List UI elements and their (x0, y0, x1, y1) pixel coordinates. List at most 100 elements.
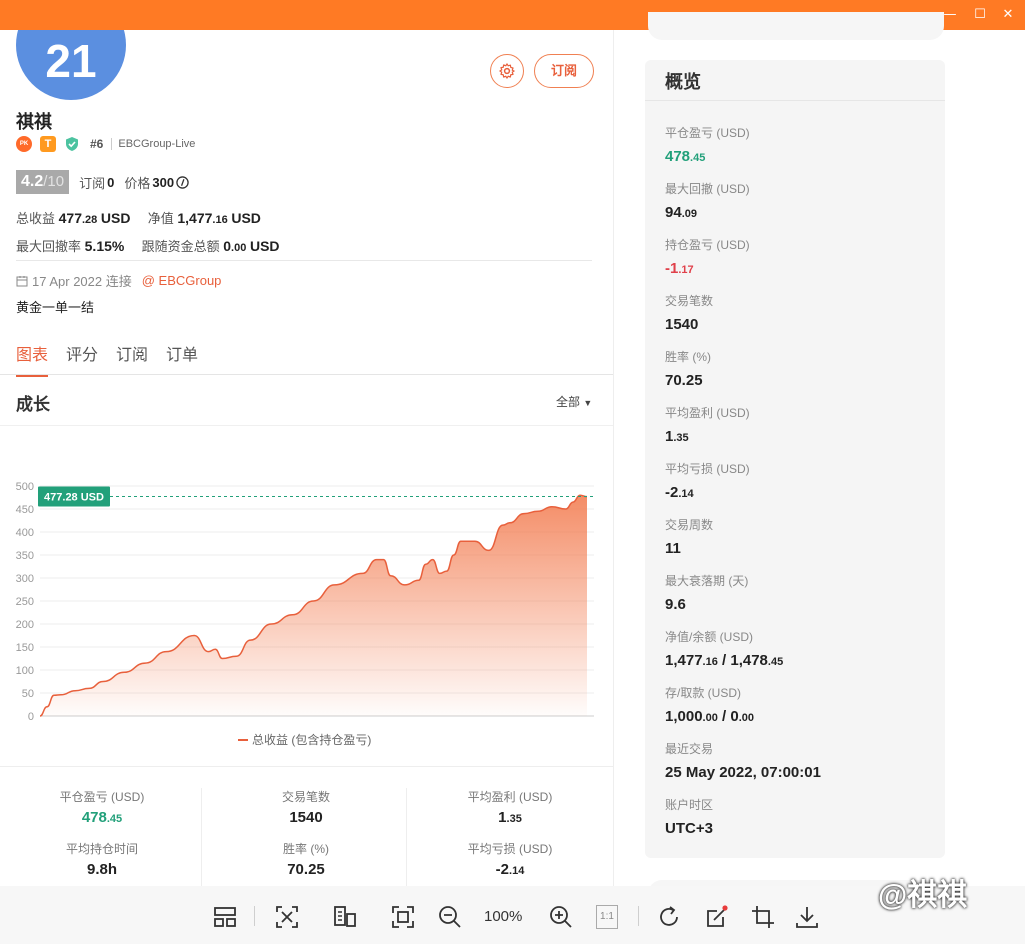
series-area (40, 495, 587, 716)
overview-title: 概览 (665, 72, 701, 92)
overview-item-label: 平均盈利 (USD) (665, 406, 750, 420)
maximize-icon[interactable]: ☐ (970, 5, 990, 25)
summary-stat-value: 9.8h (86, 861, 117, 878)
score-max: /10 (43, 173, 65, 190)
range-dropdown[interactable]: 全部 ▼ (556, 393, 592, 410)
overview-item: 最近交易 25 May 2022, 07:00:01 (665, 740, 821, 781)
summary-stat-label: 平均亏损 (USD) (467, 842, 553, 856)
subscribe-button[interactable]: 订阅 (534, 54, 594, 88)
close-icon[interactable]: ✕ (998, 5, 1018, 25)
overview-item-label: 交易周数 (665, 518, 714, 532)
fit-screen-icon[interactable] (390, 904, 416, 930)
summary-stat: 平均盈利 (USD) 1.35 (408, 788, 612, 826)
summary-stat-label: 平仓盈亏 (USD) (59, 790, 145, 804)
rank-label: #6 (90, 137, 104, 151)
summary-stat: 交易笔数 1540 (204, 788, 408, 826)
summary-stat-label: 平均持仓时间 (65, 842, 138, 856)
strategy-description: 黄金一单一结 (16, 300, 95, 315)
overview-item-label: 最近交易 (665, 742, 714, 756)
overview-item-value: 1.35 (665, 428, 689, 445)
edit-icon[interactable] (704, 904, 730, 930)
settings-button[interactable] (490, 54, 524, 88)
overview-item: 存/取款 (USD) 1,000.00 / 0.00 (665, 684, 754, 725)
overview-item-label: 账户时区 (665, 798, 714, 812)
overview-item-label: 持仓盈亏 (USD) (665, 238, 750, 252)
tab-orders[interactable]: 订单 (166, 341, 198, 377)
y-tick-label: 200 (16, 619, 34, 631)
y-tick-label: 100 (16, 665, 34, 677)
follow-funds-unit: USD (249, 238, 280, 254)
profit-equity-row: 总收益 477.28 USD 净值 1,477.16 USD (16, 208, 261, 227)
zoom-level: 100% (484, 908, 523, 925)
calendar-icon (16, 275, 28, 286)
overview-item-value: 70.25 (665, 372, 703, 389)
y-tick-label: 450 (16, 504, 34, 516)
overview-item: 平均盈利 (USD) 1.35 (665, 404, 750, 445)
overview-item: 胜率 (%) 70.25 (665, 348, 711, 389)
y-tick-label: 300 (16, 573, 34, 585)
follow-funds-value: 0 (223, 238, 232, 254)
rotate-icon[interactable] (656, 904, 682, 930)
price-value: 300 (152, 174, 175, 190)
toolbar-separator (254, 906, 255, 926)
summary-stat-value: 70.25 (287, 861, 325, 878)
overview-item: 最大衰落期 (天) 9.6 (665, 572, 748, 613)
summary-stat: 平均持仓时间 9.8h (0, 840, 204, 878)
tab-chart[interactable]: 图表 (16, 341, 49, 377)
thumbnails-icon[interactable] (212, 904, 238, 930)
connected-broker-link[interactable]: @ EBCGroup (142, 273, 222, 288)
badge-row: PK T #6 EBCGroup-Live (16, 136, 195, 152)
y-tick-label: 150 (16, 642, 34, 654)
overview-item-label: 胜率 (%) (665, 350, 711, 364)
zoom-in-icon[interactable] (548, 904, 574, 930)
equity-unit: USD (231, 210, 261, 226)
overview-item-label: 平仓盈亏 (USD) (665, 126, 750, 140)
summary-stat: 胜率 (%) 70.25 (204, 840, 408, 878)
max-drawdown-value: 5.15% (84, 238, 125, 254)
overview-item-value: 478.45 (665, 148, 706, 165)
overview-item: 最大回撤 (USD) 94.09 (665, 180, 750, 221)
overview-divider (645, 100, 945, 101)
y-tick-label: 50 (22, 688, 34, 700)
total-profit-decimal: .28 (82, 214, 98, 226)
actual-size-icon[interactable]: 1:1 (596, 905, 618, 929)
tab-rating[interactable]: 评分 (66, 341, 98, 377)
watermark: @祺祺 (878, 879, 968, 912)
trader-profile-pane: 21 订阅 祺祺 PK T #6 EBCGroup-Live 4.2/10 订阅… (0, 30, 614, 886)
y-tick-label: 0 (28, 711, 34, 722)
crop-icon[interactable] (750, 904, 776, 930)
score-badge: 4.2/10 (16, 170, 70, 194)
equity-value: 1,477 (177, 210, 213, 226)
overview-item: 平仓盈亏 (USD) 478.45 (665, 124, 750, 165)
ocr-icon[interactable] (332, 904, 358, 930)
growth-chart: 05010015020025030035040045050010 Mar18 M… (16, 481, 594, 722)
legend-label: 总收益 (包含持仓盈亏) (252, 733, 372, 747)
viewer-toolbar: 100% 1:1 (0, 886, 1025, 944)
overview-item-value: -2.14 (665, 484, 694, 501)
previous-card (648, 12, 944, 40)
overview-item: 平均亏损 (USD) -2.14 (665, 460, 750, 501)
equity-decimal: .16 (212, 214, 228, 226)
drawdown-row: 最大回撤率 5.15% 跟随资金总额 0.00 USD (16, 236, 280, 255)
chart-legend[interactable]: 总收益 (包含持仓盈亏) (238, 731, 371, 748)
caret-down-icon: ▼ (583, 398, 593, 408)
follow-funds-decimal: .00 (231, 242, 247, 254)
chart-title: 成长 (16, 395, 50, 414)
tab-subscription[interactable]: 订阅 (116, 341, 148, 377)
download-icon[interactable] (794, 904, 820, 930)
overview-item-value: -1.17 (665, 260, 694, 277)
summary-stat-value: 478.45 (81, 809, 123, 826)
total-profit-label: 总收益 (16, 211, 56, 226)
tab-bar: 图表 评分 订阅 订单 (16, 341, 198, 377)
summary-stat-value: 1540 (289, 809, 323, 826)
extract-text-icon[interactable] (274, 904, 300, 930)
connected-date: 17 Apr 2022 连接 (32, 274, 132, 289)
subscribers-value: 0 (107, 174, 115, 190)
stats-column-divider (201, 788, 202, 886)
overview-panel: 概览 平仓盈亏 (USD) 478.45 最大回撤 (USD) 94.09 持仓盈亏 (… (645, 60, 945, 858)
overview-item-value: 94.09 (665, 204, 697, 221)
zoom-out-icon[interactable] (437, 904, 463, 930)
overview-item-label: 最大衰落期 (天) (665, 574, 749, 588)
summary-stat-value: -2.14 (495, 861, 525, 878)
overview-item: 交易周数 11 (665, 516, 713, 557)
